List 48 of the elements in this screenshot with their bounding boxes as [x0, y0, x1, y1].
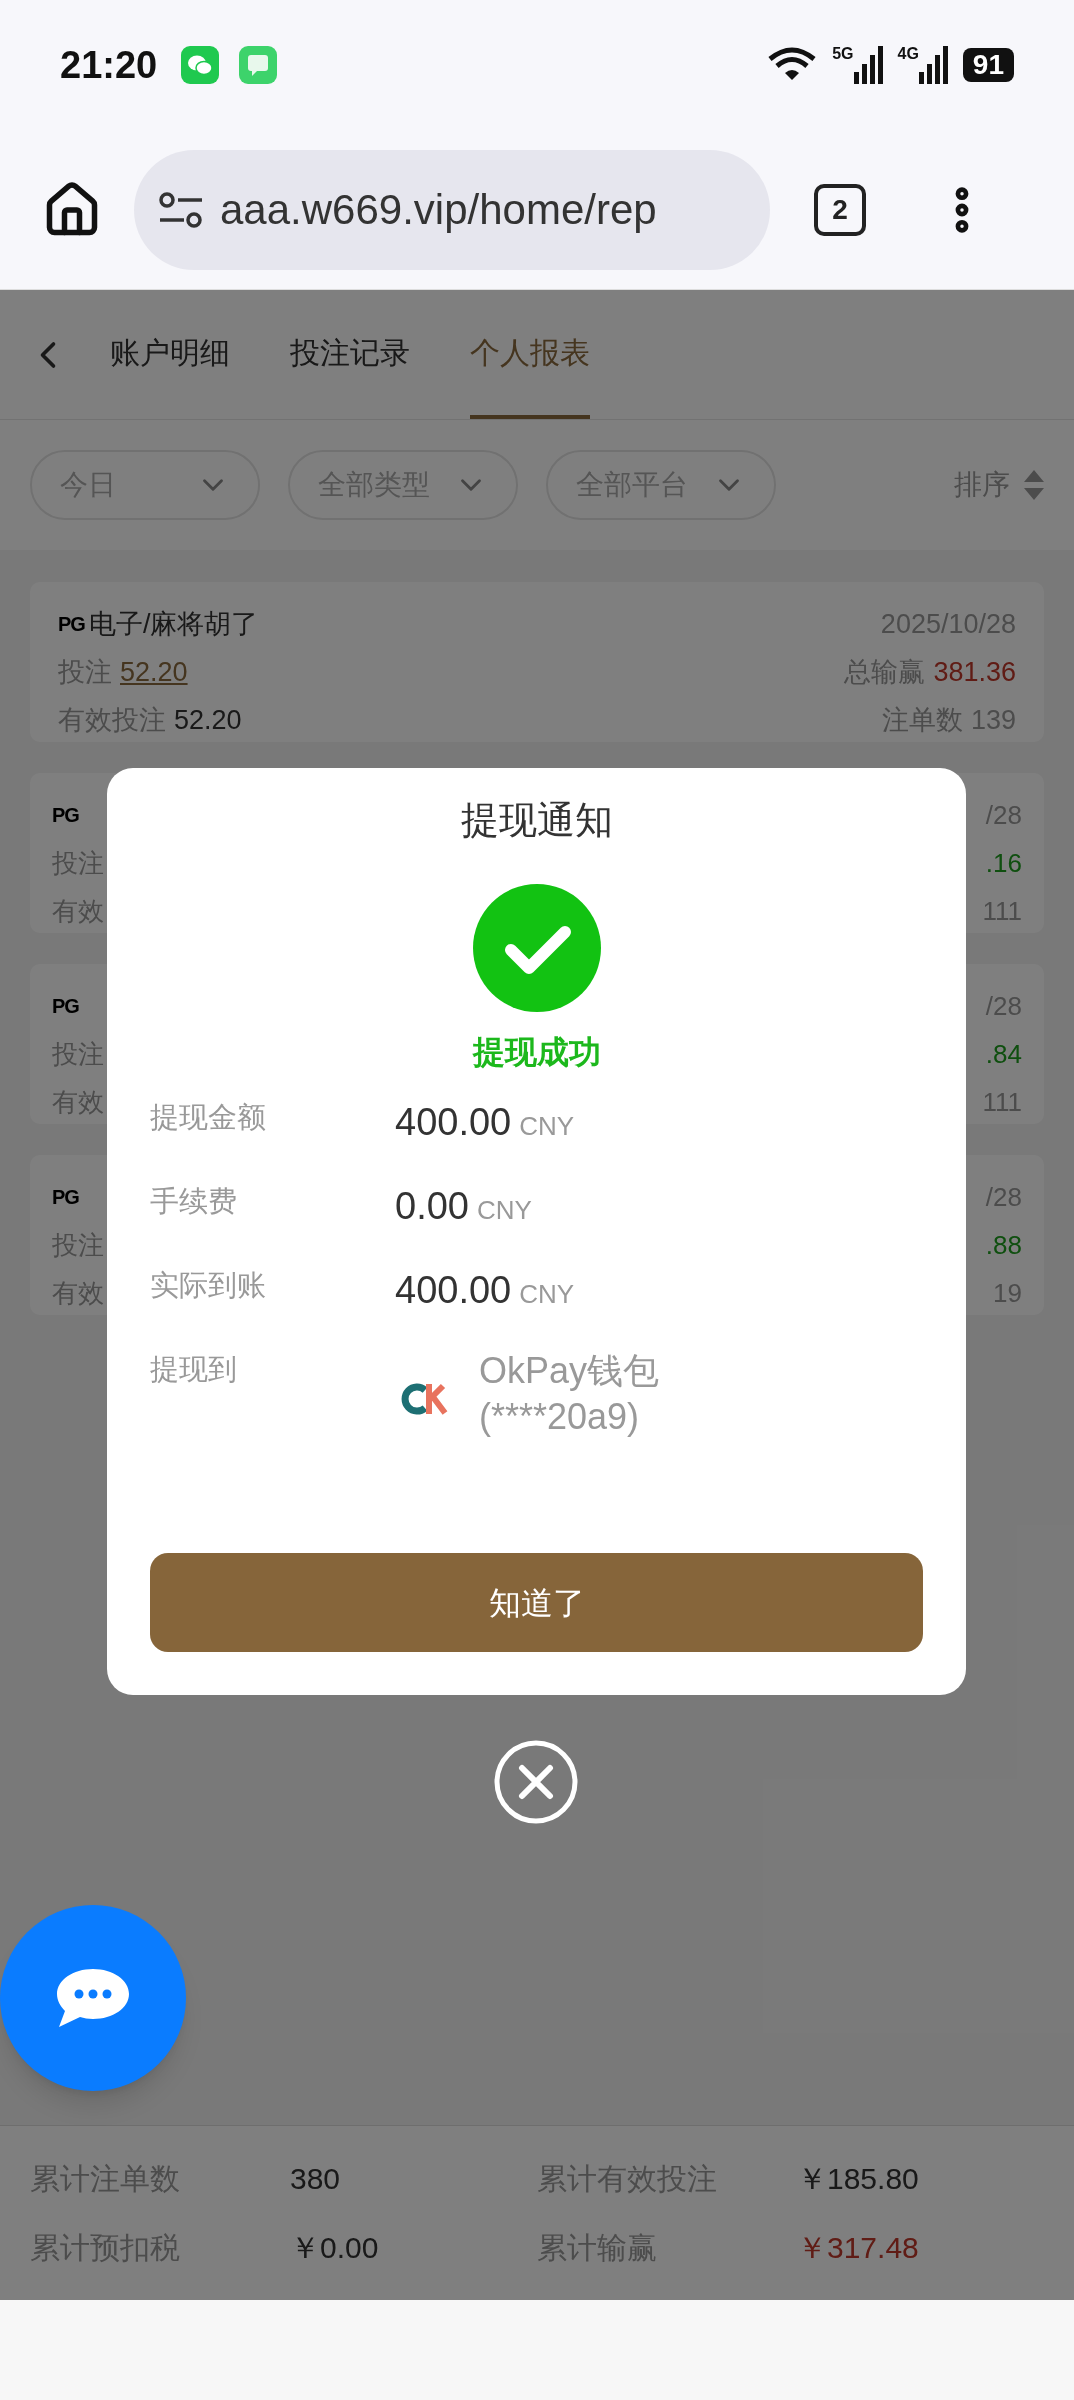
- provider-logo: PG: [52, 994, 79, 1019]
- url-text: aaa.w669.vip/home/rep: [220, 185, 657, 235]
- provider-logo: PG: [58, 612, 85, 637]
- detail-label: 手续费: [150, 1184, 238, 1219]
- dialog-title: 提现通知: [460, 798, 613, 843]
- total-amount: .16: [985, 847, 1022, 880]
- detail-label: 实际到账: [150, 1268, 267, 1303]
- battery-indicator: 91: [962, 48, 1014, 82]
- total-amount: 381.36: [933, 656, 1016, 689]
- summary-value: ￥0.00: [290, 2230, 379, 2266]
- messages-icon: [239, 46, 278, 84]
- total-amount: .84: [985, 1038, 1022, 1071]
- amount-value: 400.00: [395, 1100, 512, 1145]
- clock-time: 21:20: [60, 42, 158, 88]
- summary-value: ￥317.48: [797, 2230, 919, 2266]
- amount-value: 0.00: [395, 1184, 469, 1229]
- signal-icon: [918, 46, 949, 84]
- wallet-account: (****20a9): [479, 1395, 641, 1439]
- detail-label: 提现到: [150, 1352, 238, 1387]
- provider-logo: PG: [52, 1185, 79, 1210]
- status-text: 提现成功: [472, 1033, 601, 1072]
- close-icon[interactable]: [494, 1740, 578, 1824]
- chat-app-icon: [181, 46, 220, 84]
- address-bar[interactable]: aaa.w669.vip/home/rep: [134, 149, 770, 270]
- report-tab[interactable]: 投注记录: [290, 290, 410, 419]
- currency-label: CNY: [476, 1194, 532, 1227]
- valid-bet-amount: 52.20: [174, 704, 242, 737]
- total-amount: .88: [985, 1229, 1022, 1262]
- network-type-label: 5G: [832, 46, 854, 62]
- tab-count-button[interactable]: 2: [814, 183, 866, 236]
- currency-label: CNY: [519, 1110, 575, 1143]
- success-check-icon: [472, 884, 601, 1012]
- summary-value: 380: [290, 2161, 341, 2197]
- provider-logo: PG: [52, 803, 79, 828]
- currency-label: CNY: [519, 1278, 575, 1311]
- detail-label: 提现金额: [150, 1100, 267, 1135]
- chat-bubble-icon: [55, 1967, 131, 2029]
- wallet-logo-icon: [399, 1382, 449, 1416]
- signal-icon: [853, 46, 884, 84]
- bet-amount[interactable]: 52.20: [120, 648, 188, 696]
- network-type-label: 4G: [897, 46, 919, 62]
- game-title: 电子/麻将胡了: [88, 608, 259, 641]
- wallet-name: OkPay钱包: [479, 1349, 660, 1393]
- summary-value: ￥185.80: [797, 2161, 919, 2197]
- acknowledge-button[interactable]: 知道了: [150, 1553, 923, 1652]
- amount-value: 400.00: [395, 1268, 512, 1313]
- report-tab[interactable]: 账户明细: [110, 290, 230, 419]
- site-settings-icon[interactable]: [158, 189, 204, 230]
